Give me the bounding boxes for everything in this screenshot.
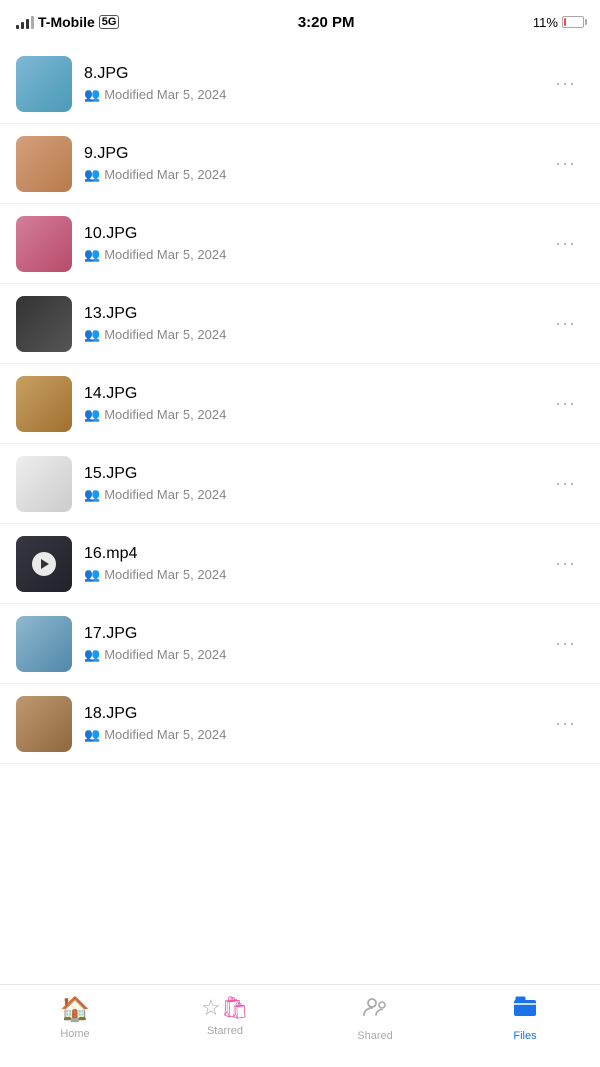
file-meta: 👥 Modified Mar 5, 2024 [84,87,535,103]
file-meta: 👥 Modified Mar 5, 2024 [84,167,535,183]
file-info: 14.JPG 👥 Modified Mar 5, 2024 [72,385,547,423]
file-thumbnail [16,296,72,352]
file-modified: Modified Mar 5, 2024 [104,647,226,662]
file-more-button[interactable]: ··· [547,465,584,502]
battery-percentage: 11% [533,15,558,30]
file-item-file-9[interactable]: 9.JPG 👥 Modified Mar 5, 2024 ··· [0,124,600,204]
carrier-info: T-Mobile 5G [16,14,119,30]
file-more-button[interactable]: ··· [547,145,584,182]
file-more-button[interactable]: ··· [547,705,584,742]
shared-people-icon: 👥 [84,727,100,743]
battery-info: 11% [533,15,584,30]
shared-people-icon: 👥 [84,247,100,263]
file-meta: 👥 Modified Mar 5, 2024 [84,407,535,423]
file-meta: 👥 Modified Mar 5, 2024 [84,247,535,263]
file-meta: 👥 Modified Mar 5, 2024 [84,487,535,503]
home-icon: 🏠 [60,995,90,1024]
file-info: 16.mp4 👥 Modified Mar 5, 2024 [72,545,547,583]
file-meta: 👥 Modified Mar 5, 2024 [84,727,535,743]
shared-people-icon: 👥 [84,327,100,343]
file-name: 14.JPG [84,385,535,403]
file-thumbnail [16,216,72,272]
file-item-file-8[interactable]: 8.JPG 👥 Modified Mar 5, 2024 ··· [0,44,600,124]
file-thumbnail [16,696,72,752]
file-info: 8.JPG 👥 Modified Mar 5, 2024 [72,65,547,103]
file-item-file-10[interactable]: 10.JPG 👥 Modified Mar 5, 2024 ··· [0,204,600,284]
nav-item-shared[interactable]: Shared [300,995,450,1042]
file-info: 15.JPG 👥 Modified Mar 5, 2024 [72,465,547,503]
star-icon: ☆ [201,995,221,1021]
shared-people-icon: 👥 [84,647,100,663]
hanger-icon: 🛍 [221,995,249,1021]
shared-people-icon: 👥 [84,487,100,503]
nav-item-home[interactable]: 🏠 Home [0,995,150,1040]
file-more-button[interactable]: ··· [547,305,584,342]
file-modified: Modified Mar 5, 2024 [104,247,226,262]
status-bar: T-Mobile 5G 3:20 PM 11% [0,0,600,44]
file-name: 18.JPG [84,705,535,723]
file-more-button[interactable]: ··· [547,545,584,582]
file-modified: Modified Mar 5, 2024 [104,87,226,102]
play-button-icon [32,552,56,576]
file-name: 16.mp4 [84,545,535,563]
file-thumbnail [16,456,72,512]
shared-people-icon: 👥 [84,567,100,583]
file-more-button[interactable]: ··· [547,65,584,102]
file-more-button[interactable]: ··· [547,225,584,262]
file-more-button[interactable]: ··· [547,385,584,422]
file-name: 8.JPG [84,65,535,83]
nav-label-starred: Starred [207,1025,243,1037]
file-info: 17.JPG 👥 Modified Mar 5, 2024 [72,625,547,663]
shared-people-icon: 👥 [84,87,100,103]
network-type: 5G [99,15,120,29]
file-modified: Modified Mar 5, 2024 [104,167,226,182]
shared-people-icon: 👥 [84,407,100,423]
file-thumbnail [16,56,72,112]
file-info: 18.JPG 👥 Modified Mar 5, 2024 [72,705,547,743]
file-thumbnail [16,376,72,432]
file-meta: 👥 Modified Mar 5, 2024 [84,327,535,343]
starred-icon-group: ☆ 🛍 [201,995,249,1021]
file-list: 8.JPG 👥 Modified Mar 5, 2024 ··· 9.JPG 👥 Mod… [0,44,600,847]
file-name: 9.JPG [84,145,535,163]
file-modified: Modified Mar 5, 2024 [104,567,226,582]
file-modified: Modified Mar 5, 2024 [104,327,226,342]
files-icon [512,995,538,1026]
file-modified: Modified Mar 5, 2024 [104,407,226,422]
file-item-file-13[interactable]: 13.JPG 👥 Modified Mar 5, 2024 ··· [0,284,600,364]
nav-label-home: Home [60,1028,89,1040]
file-info: 10.JPG 👥 Modified Mar 5, 2024 [72,225,547,263]
file-name: 17.JPG [84,625,535,643]
file-thumbnail [16,536,72,592]
file-info: 9.JPG 👥 Modified Mar 5, 2024 [72,145,547,183]
file-item-file-17[interactable]: 17.JPG 👥 Modified Mar 5, 2024 ··· [0,604,600,684]
nav-label-files: Files [513,1030,536,1042]
carrier-name: T-Mobile [38,14,95,30]
play-overlay [16,536,72,592]
file-meta: 👥 Modified Mar 5, 2024 [84,647,535,663]
shared-icon [362,995,388,1026]
file-name: 13.JPG [84,305,535,323]
file-info: 13.JPG 👥 Modified Mar 5, 2024 [72,305,547,343]
file-item-file-16[interactable]: 16.mp4 👥 Modified Mar 5, 2024 ··· [0,524,600,604]
file-name: 10.JPG [84,225,535,243]
file-name: 15.JPG [84,465,535,483]
nav-item-files[interactable]: Files [450,995,600,1042]
signal-icon [16,15,34,29]
file-item-file-14[interactable]: 14.JPG 👥 Modified Mar 5, 2024 ··· [0,364,600,444]
file-meta: 👥 Modified Mar 5, 2024 [84,567,535,583]
file-item-file-15[interactable]: 15.JPG 👥 Modified Mar 5, 2024 ··· [0,444,600,524]
file-thumbnail [16,616,72,672]
nav-label-shared: Shared [357,1030,392,1042]
file-more-button[interactable]: ··· [547,625,584,662]
clock: 3:20 PM [298,14,355,31]
file-modified: Modified Mar 5, 2024 [104,727,226,742]
file-thumbnail [16,136,72,192]
shared-people-icon: 👥 [84,167,100,183]
bottom-nav: 🏠 Home ☆ 🛍 Starred Shared Files [0,984,600,1067]
nav-item-starred[interactable]: ☆ 🛍 Starred [150,995,300,1037]
file-item-file-18[interactable]: 18.JPG 👥 Modified Mar 5, 2024 ··· [0,684,600,764]
file-modified: Modified Mar 5, 2024 [104,487,226,502]
battery-icon [562,16,584,28]
